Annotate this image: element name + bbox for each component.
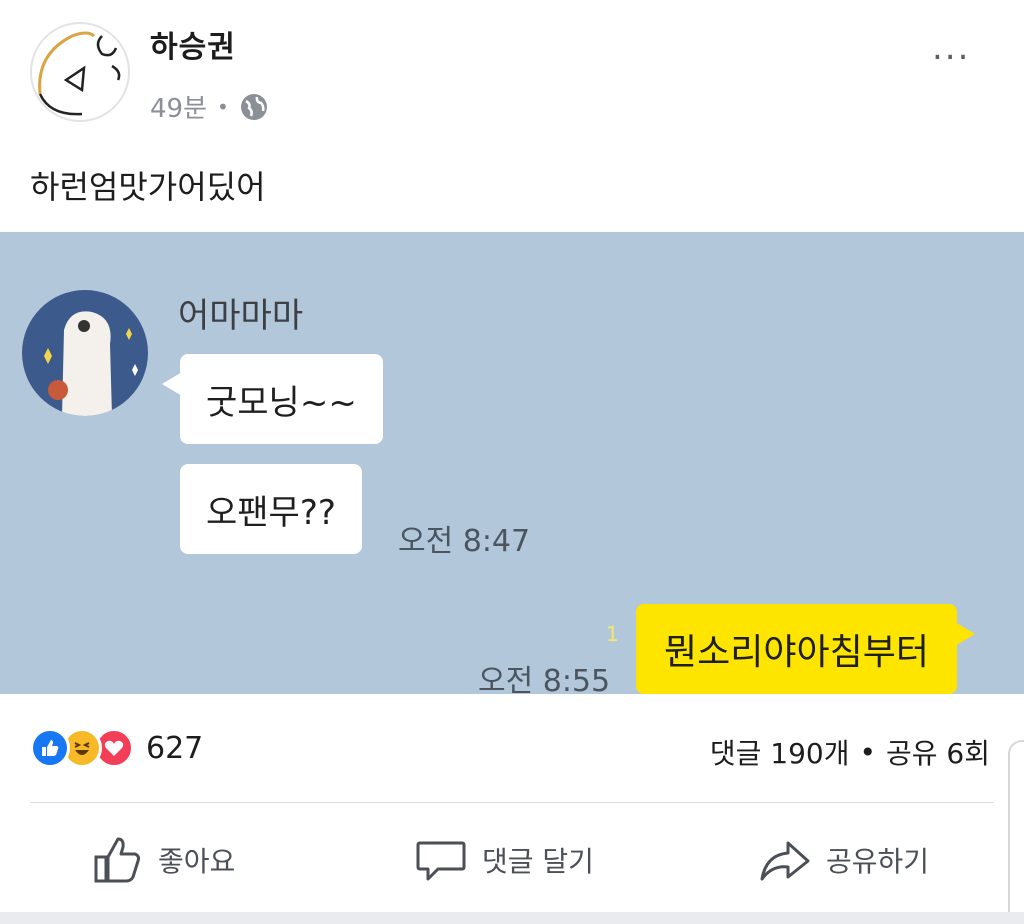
chat-reply-bubble: 뭔소리야아침부터 — [636, 604, 975, 694]
thumbs-up-icon — [94, 837, 141, 883]
next-card-edge — [1008, 740, 1024, 924]
reaction-summary[interactable]: 627 — [30, 728, 203, 768]
comment-label: 댓글 달기 — [482, 845, 594, 878]
unread-count: 1 — [606, 622, 619, 646]
chat-reply-time: 오전 8:55 — [478, 664, 611, 699]
chat-message-time: 오전 8:47 — [398, 524, 531, 559]
chat-message-bubble: 오팬무?? — [180, 464, 362, 554]
divider — [30, 802, 994, 803]
post-stats: 댓글 190개 • 공유 6회 — [710, 732, 990, 772]
stats-separator: • — [859, 735, 876, 769]
chat-avatar-drawing — [44, 311, 138, 416]
share-icon — [760, 841, 810, 881]
chat-avatar — [22, 290, 148, 416]
reaction-count: 627 — [146, 730, 204, 766]
more-options-icon[interactable]: ... — [932, 28, 970, 68]
like-icon — [30, 728, 70, 768]
author-name[interactable]: 하승권 — [150, 22, 236, 66]
post-meta: 49분 • — [150, 88, 269, 125]
author-avatar[interactable] — [30, 22, 130, 122]
chat-message-bubble: 굿모닝~~ — [162, 354, 383, 444]
like-label: 좋아요 — [158, 845, 236, 878]
chat-sender-name: 어마마마 — [178, 296, 304, 336]
share-button[interactable]: 공유하기 — [758, 828, 929, 892]
globe-icon[interactable] — [239, 92, 269, 122]
share-count[interactable]: 공유 6회 — [886, 732, 990, 772]
comment-icon — [416, 841, 466, 881]
comment-button[interactable]: 댓글 달기 — [414, 828, 594, 892]
avatar-drawing — [38, 31, 121, 116]
feed-separator — [0, 912, 1024, 924]
share-label: 공유하기 — [826, 845, 930, 878]
post-time[interactable]: 49분 — [150, 88, 207, 125]
meta-separator: • — [217, 94, 229, 119]
like-button[interactable]: 좋아요 — [90, 828, 235, 892]
comment-count[interactable]: 댓글 190개 — [710, 732, 850, 772]
post-text: 하런엄맛가어딨어 — [30, 168, 266, 206]
